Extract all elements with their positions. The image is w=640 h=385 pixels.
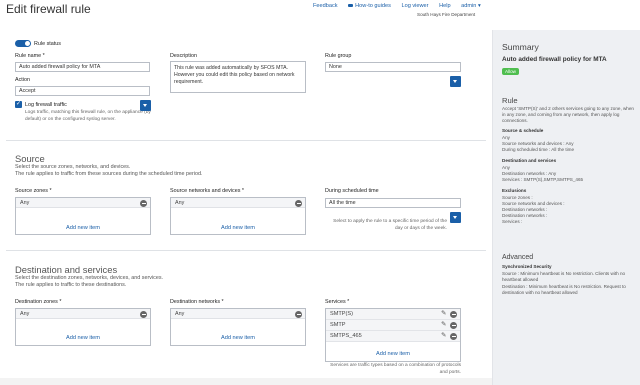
service-item: SMTP(S) ✎: [326, 309, 460, 320]
advanced-heading: Advanced: [502, 254, 534, 261]
remove-icon[interactable]: [450, 311, 457, 318]
action-label: Action: [15, 77, 30, 83]
action-select[interactable]: Accept: [15, 86, 150, 96]
destination-networks-add-button[interactable]: Add new item: [171, 335, 305, 341]
source-networks-label: Source networks and devices *: [170, 188, 245, 194]
services-add-button[interactable]: Add new item: [326, 351, 460, 357]
log-traffic-label: Log firewall traffic: [25, 102, 67, 108]
destination-networks-value: Any: [175, 310, 185, 317]
source-networks-add-button[interactable]: Add new item: [171, 225, 305, 231]
destination-zones-add-button[interactable]: Add new item: [16, 335, 150, 341]
services-box: SMTP(S) ✎ SMTP ✎ SMTPS_465 ✎ Add new item: [325, 308, 461, 362]
dst-svc-heading: Destination and services: [502, 158, 557, 163]
service-item: SMTP ✎: [326, 320, 460, 331]
log-traffic-checkbox[interactable]: ✓: [15, 101, 22, 108]
source-networks-item: Any: [171, 198, 305, 208]
remove-icon[interactable]: [295, 199, 302, 207]
feedback-link[interactable]: Feedback: [313, 3, 338, 9]
src-sched-line: During scheduled time : All the time: [502, 147, 575, 152]
rule-text: Accept 'SMTP(S)' and 2 others services g…: [502, 106, 634, 124]
remove-icon[interactable]: [450, 333, 457, 340]
service-name: SMTPS_465: [330, 333, 362, 339]
dst-svc-line: Services : SMTP(S),SMTP,SMTPS_465: [502, 177, 584, 182]
service-name: SMTP(S): [330, 311, 353, 317]
remove-icon[interactable]: [140, 199, 147, 207]
admin-menu[interactable]: admin ▾: [461, 3, 481, 9]
exclusions-heading: Exclusions: [502, 188, 527, 193]
page-title: Edit firewall rule: [6, 2, 91, 16]
log-traffic-help: Logs traffic, matching this firewall rul…: [25, 110, 151, 122]
rule-status-toggle[interactable]: [15, 40, 31, 47]
source-zones-box: Any Add new item: [15, 197, 151, 235]
source-zones-add-button[interactable]: Add new item: [16, 225, 150, 231]
rule-group-dropdown-button[interactable]: [450, 76, 461, 87]
page-bottom: [0, 378, 492, 385]
remove-icon[interactable]: [140, 310, 147, 318]
sync-security-heading: Synchronized Security: [502, 264, 552, 269]
source-zones-item: Any: [16, 198, 150, 208]
summary-title: Summary: [502, 42, 539, 52]
rule-group-label: Rule group: [325, 53, 352, 59]
summary-panel: Summary Auto added firewall policy for M…: [492, 30, 640, 385]
services-label: Services *: [325, 299, 350, 305]
source-zones-label: Source zones *: [15, 188, 52, 194]
rule-group-select[interactable]: None: [325, 62, 461, 72]
destination-networks-label: Destination networks *: [170, 299, 224, 305]
source-title: Source: [15, 153, 45, 164]
video-camera-icon: [348, 3, 354, 8]
destination-zones-value: Any: [20, 310, 30, 317]
rule-name-label: Rule name *: [15, 53, 45, 59]
allow-badge: Allow: [502, 68, 519, 75]
services-help: Services are traffic types based on a co…: [330, 363, 461, 375]
rule-status-label: Rule status: [34, 41, 61, 47]
sync-security-line: Destination : Minimum heartbeat is No re…: [502, 284, 626, 296]
logviewer-link[interactable]: Log viewer: [401, 3, 428, 9]
pencil-icon[interactable]: ✎: [441, 310, 447, 317]
log-settings-button[interactable]: [140, 100, 151, 111]
destination-title: Destination and services: [15, 264, 118, 275]
divider: [6, 250, 486, 251]
pencil-icon[interactable]: ✎: [441, 321, 447, 328]
sync-security-line: Source : Minimum heartbeat is No restric…: [502, 271, 626, 283]
rule-heading: Rule: [502, 96, 518, 105]
source-desc-2: The rule applies to traffic from these s…: [15, 171, 203, 177]
schedule-dropdown-button[interactable]: [450, 212, 461, 223]
exclusion-line: Services :: [502, 219, 523, 224]
destination-zones-item: Any: [16, 309, 150, 319]
schedule-select[interactable]: All the time: [325, 198, 461, 208]
destination-desc-2: The rule applies to traffic to these des…: [15, 282, 127, 288]
destination-zones-box: Any Add new item: [15, 308, 151, 346]
rule-name-input[interactable]: Auto added firewall policy for MTA: [15, 62, 150, 72]
divider: [6, 140, 486, 141]
source-networks-value: Any: [175, 199, 185, 206]
schedule-label: During scheduled time: [325, 188, 379, 194]
service-name: SMTP: [330, 322, 346, 328]
pencil-icon[interactable]: ✎: [441, 332, 447, 339]
service-item: SMTPS_465 ✎: [326, 331, 460, 342]
help-link[interactable]: Help: [439, 3, 451, 9]
source-networks-box: Any Add new item: [170, 197, 306, 235]
source-zones-value: Any: [20, 199, 30, 206]
description-textarea[interactable]: This rule was added automatically by SFO…: [170, 61, 306, 93]
src-sched-heading: Source & schedule: [502, 128, 544, 133]
destination-networks-box: Any Add new item: [170, 308, 306, 346]
remove-icon[interactable]: [295, 310, 302, 318]
tenant-name: South Hays Fire Department: [417, 12, 476, 17]
destination-networks-item: Any: [171, 309, 305, 319]
remove-icon[interactable]: [450, 322, 457, 329]
howto-link[interactable]: How-to guides: [348, 3, 391, 9]
summary-policy-name: Auto added firewall policy for MTA: [502, 56, 607, 63]
destination-zones-label: Destination zones *: [15, 299, 62, 305]
top-nav: Feedback How-to guides Log viewer Help a…: [313, 3, 481, 9]
schedule-help: Select to apply the rule to a specific t…: [333, 219, 447, 231]
description-label: Description: [170, 53, 197, 59]
